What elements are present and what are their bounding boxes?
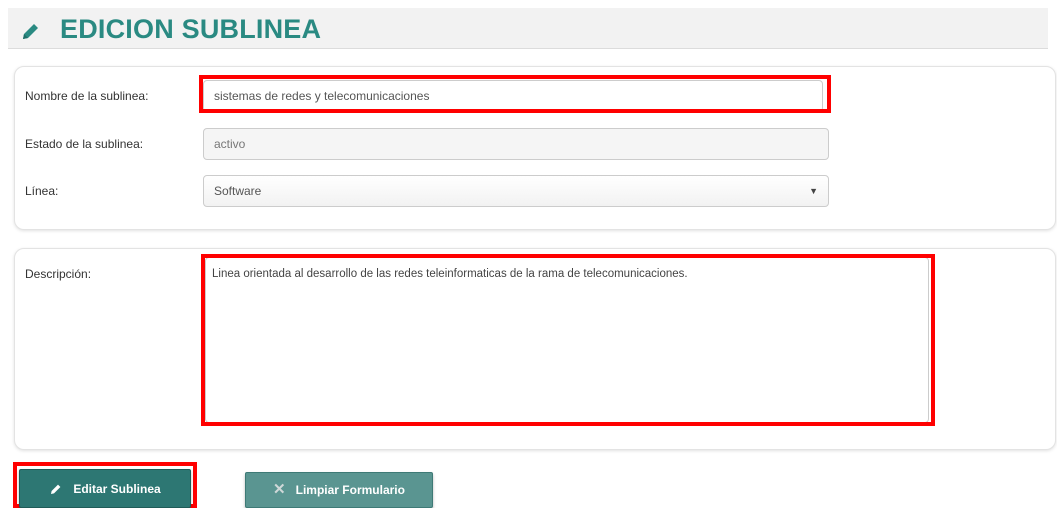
edit-sublinea-button[interactable]: Editar Sublinea [19,469,191,508]
linea-label: Línea: [25,184,59,198]
page-title: EDICION SUBLINEA [60,14,322,44]
clear-button-label: Limpiar Formulario [295,483,405,497]
linea-select[interactable]: Software ▼ [203,175,829,207]
form-panel-description: Descripción: Linea orientada al desarrol… [14,248,1056,450]
nombre-label: Nombre de la sublinea: [25,89,149,103]
pencil-icon [51,484,61,494]
clear-form-button[interactable]: ✕ Limpiar Formulario [245,472,433,508]
estado-label: Estado de la sublinea: [25,137,144,151]
form-panel-main: Nombre de la sublinea: sistemas de redes… [14,66,1056,230]
descripcion-label: Descripción: [25,267,92,281]
edit-button-label: Editar Sublinea [73,481,161,496]
pencil-icon [23,24,38,39]
page-header: EDICION SUBLINEA [8,8,1048,49]
estado-input[interactable]: activo [203,128,829,160]
linea-select-value: Software [214,184,262,198]
descripcion-textarea[interactable]: Linea orientada al desarrollo de las red… [205,257,929,423]
nombre-input[interactable]: sistemas de redes y telecomunicaciones [203,80,823,112]
close-icon: ✕ [273,481,286,498]
chevron-down-icon: ▼ [809,186,818,196]
